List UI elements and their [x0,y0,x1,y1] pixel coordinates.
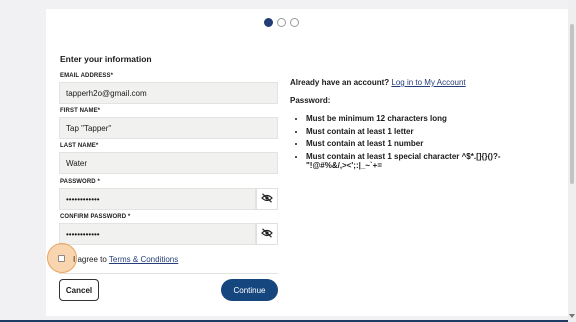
step-2-indicator [277,18,286,27]
login-prompt: Already have an account? Log in to My Ac… [290,78,520,87]
password-rule: Must be minimum 12 characters long [306,114,520,124]
password-rule: Must contain at least 1 number [306,139,520,149]
first-name-label: FIRST NAME* [60,108,101,114]
step-3-indicator [290,18,299,27]
confirm-password-visibility-toggle[interactable] [256,223,278,245]
confirm-password-value: •••••••••••• [66,230,100,239]
scroll-down-icon[interactable] [569,314,575,318]
first-name-field[interactable]: Tap "Tapper" [59,117,278,139]
scrollbar-thumb[interactable] [570,24,574,184]
email-value: tapperh2o@gmail.com [66,89,147,98]
form-title: Enter your information [60,54,152,64]
password-value: •••••••••••• [66,195,100,204]
password-requirements-heading: Password: [290,96,331,105]
last-name-value: Water [66,159,88,168]
email-label: EMAIL ADDRESS* [60,73,114,79]
password-rule: Must contain at least 1 special characte… [306,152,520,171]
password-label: PASSWORD * [60,179,100,185]
terms-link[interactable]: Terms & Conditions [109,255,178,264]
login-link[interactable]: Log in to My Account [391,78,465,87]
confirm-password-label: CONFIRM PASSWORD * [60,214,131,220]
password-field[interactable]: •••••••••••• [59,188,256,210]
first-name-value: Tap "Tapper" [66,124,112,133]
eye-slash-icon [261,225,273,243]
password-visibility-toggle[interactable] [256,188,278,210]
terms-agreement-text: I agree to Terms & Conditions [73,255,178,264]
confirm-password-field[interactable]: •••••••••••• [59,223,256,245]
terms-checkbox[interactable] [58,255,65,262]
eye-slash-icon [261,190,273,208]
last-name-field[interactable]: Water [59,152,278,174]
step-1-indicator [264,18,273,27]
progress-stepper [264,18,299,27]
email-field[interactable]: tapperh2o@gmail.com [59,82,278,104]
form-divider [59,273,278,274]
account-question: Already have an account? [290,78,390,87]
account-info-panel: Already have an account? Log in to My Ac… [290,78,520,174]
password-requirements-list: Must be minimum 12 characters long Must … [290,114,520,171]
password-rule: Must contain at least 1 letter [306,127,520,137]
cancel-button[interactable]: Cancel [59,279,99,301]
last-name-label: LAST NAME* [60,143,99,149]
continue-button[interactable]: Continue [221,279,278,301]
agree-prefix: I agree to [73,255,107,264]
vertical-scrollbar[interactable] [568,0,576,322]
